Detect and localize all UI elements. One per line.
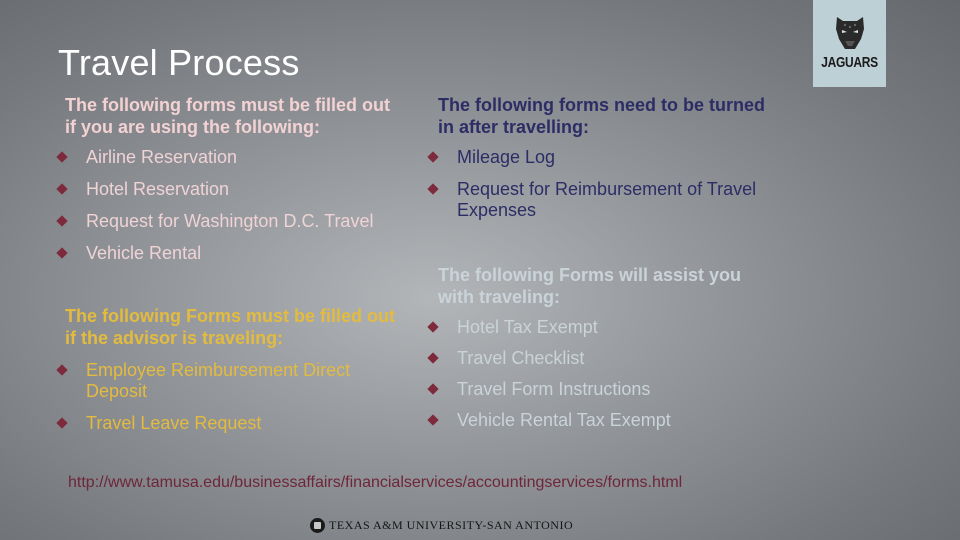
item-label: Airline Reservation xyxy=(86,147,238,167)
after-travel-heading: The following forms need to be turned in… xyxy=(438,94,765,138)
list-item: Vehicle Rental Tax Exempt xyxy=(427,410,671,431)
heading-line: with traveling: xyxy=(438,287,561,307)
diamond-bullet-icon xyxy=(427,383,439,395)
list-item: Travel Leave Request xyxy=(56,413,396,434)
diamond-bullet-icon xyxy=(427,321,439,333)
diamond-bullet-icon xyxy=(56,364,68,376)
advisor-list: Employee Reimbursement Direct Deposit Tr… xyxy=(56,360,396,445)
list-item: Request for Washington D.C. Travel xyxy=(56,211,373,232)
item-label: Travel Form Instructions xyxy=(457,379,651,399)
list-item: Travel Form Instructions xyxy=(427,379,671,400)
diamond-bullet-icon xyxy=(56,417,68,429)
item-label: Request for Reimbursement of Travel Expe… xyxy=(457,179,757,220)
assist-list: Hotel Tax Exempt Travel Checklist Travel… xyxy=(427,317,671,441)
diamond-bullet-icon xyxy=(56,215,68,227)
diamond-bullet-icon xyxy=(56,151,68,163)
item-label: Employee Reimbursement Direct Deposit xyxy=(86,360,351,401)
list-item: Travel Checklist xyxy=(427,348,671,369)
advisor-heading: The following Forms must be filled out i… xyxy=(65,305,395,349)
list-item: Employee Reimbursement Direct Deposit xyxy=(56,360,396,402)
slide-title: Travel Process xyxy=(58,42,300,83)
footer-text: TEXAS A&M UNIVERSITY-SAN ANTONIO xyxy=(329,518,574,532)
heading-line: The following forms need to be turned xyxy=(438,95,765,115)
logo-wordmark: JAGUARS xyxy=(821,53,878,71)
item-label: Hotel Reservation xyxy=(86,179,230,199)
item-label: Mileage Log xyxy=(457,147,556,167)
item-label: Vehicle Rental xyxy=(86,243,202,263)
diamond-bullet-icon xyxy=(56,247,68,259)
item-label: Travel Leave Request xyxy=(86,413,262,433)
slide: Travel Process JAGUARS The following for… xyxy=(0,0,960,540)
forms-link[interactable]: http://www.tamusa.edu/businessaffairs/fi… xyxy=(68,474,682,492)
university-seal-icon xyxy=(310,518,325,533)
item-label: Request for Washington D.C. Travel xyxy=(86,211,374,231)
before-travel-heading: The following forms must be filled out i… xyxy=(65,94,390,138)
before-travel-list: Airline Reservation Hotel Reservation Re… xyxy=(56,147,373,275)
diamond-bullet-icon xyxy=(56,183,68,195)
jaguar-head-icon xyxy=(835,17,864,49)
list-item: Airline Reservation xyxy=(56,147,373,168)
jaguars-logo: JAGUARS xyxy=(813,0,886,87)
item-label: Travel Checklist xyxy=(457,348,585,368)
list-item: Request for Reimbursement of Travel Expe… xyxy=(427,179,797,221)
heading-line: The following forms must be filled out xyxy=(65,95,390,115)
heading-line: in after travelling: xyxy=(438,117,590,137)
heading-line: The following Forms must be filled out xyxy=(65,306,395,326)
heading-line: The following Forms will assist you xyxy=(438,265,742,285)
diamond-bullet-icon xyxy=(427,414,439,426)
diamond-bullet-icon xyxy=(427,151,439,163)
list-item: Hotel Reservation xyxy=(56,179,373,200)
list-item: Vehicle Rental xyxy=(56,243,373,264)
list-item: Hotel Tax Exempt xyxy=(427,317,671,338)
heading-line: if you are using the following: xyxy=(65,117,320,137)
item-label: Vehicle Rental Tax Exempt xyxy=(457,410,671,430)
after-travel-list: Mileage Log Request for Reimbursement of… xyxy=(427,147,797,232)
assist-heading: The following Forms will assist you with… xyxy=(438,264,741,308)
heading-line: if the advisor is traveling: xyxy=(65,328,284,348)
diamond-bullet-icon xyxy=(427,183,439,195)
university-footer: TEXAS A&M UNIVERSITY-SAN ANTONIO xyxy=(310,518,573,533)
list-item: Mileage Log xyxy=(427,147,797,168)
diamond-bullet-icon xyxy=(427,352,439,364)
item-label: Hotel Tax Exempt xyxy=(457,317,598,337)
